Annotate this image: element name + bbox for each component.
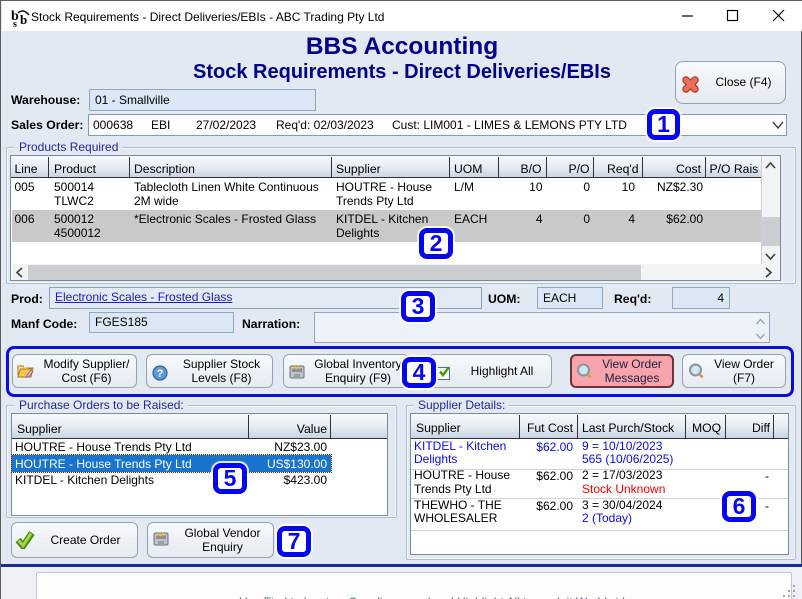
svg-text:b: b [20,12,27,27]
svg-text:?: ? [157,368,164,380]
svg-text:s: s [13,19,17,28]
